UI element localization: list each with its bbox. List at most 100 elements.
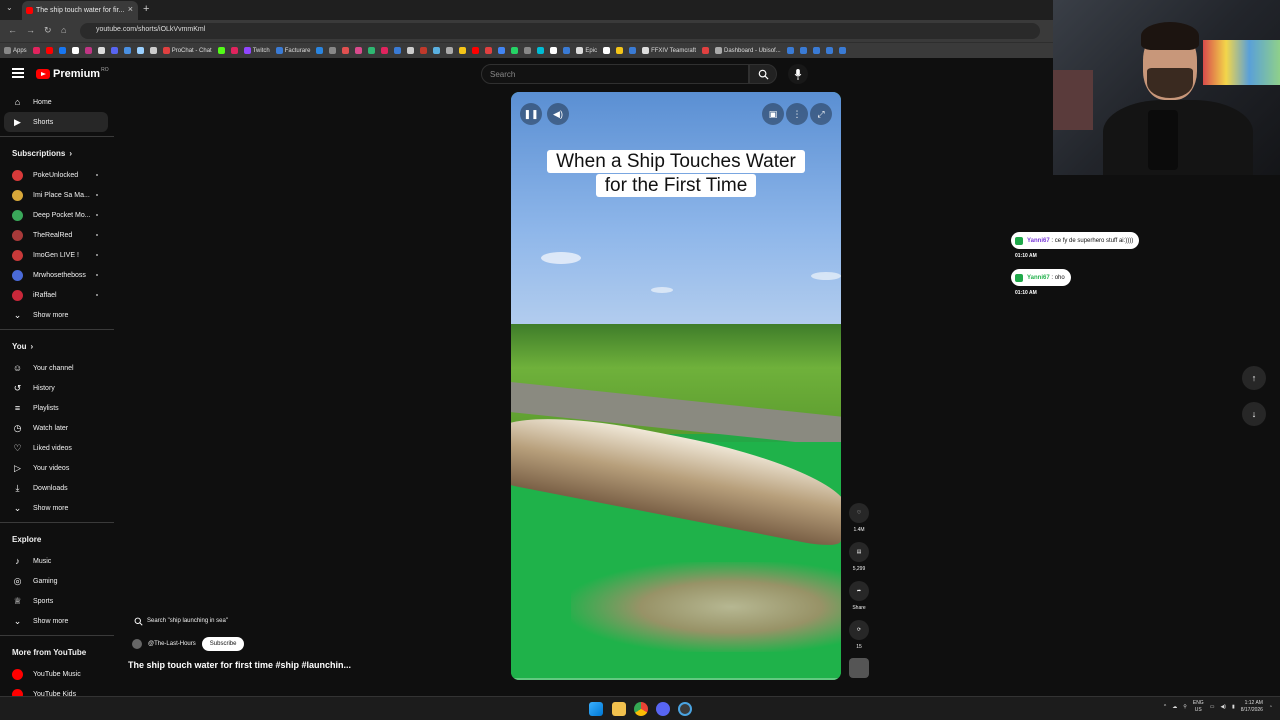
show-more-explore[interactable]: ⌄ Show more — [0, 611, 118, 631]
like-action[interactable]: ♡ 1.4M — [848, 503, 870, 533]
tab-list-chevron-icon[interactable]: ⌄ — [6, 3, 13, 12]
share-action[interactable]: ➦ Share — [848, 581, 870, 611]
sidebar-item-therealred[interactable]: TheRealRed — [0, 225, 118, 245]
bookmark-item[interactable] — [394, 47, 402, 54]
bookmark-item[interactable] — [149, 47, 157, 54]
subscribe-button[interactable]: Subscribe — [201, 637, 245, 651]
bookmark-item[interactable] — [786, 47, 794, 54]
bookmark-item[interactable] — [838, 47, 846, 54]
bookmark-item[interactable] — [316, 47, 324, 54]
sidebar-item-your-channel[interactable]: ☺ Your channel — [0, 358, 118, 378]
bookmark-item[interactable]: Dashboard - Ubisof... — [715, 47, 781, 54]
pause-button[interactable]: ❚❚ — [520, 103, 542, 125]
comments-action[interactable]: ▤ 5,299 — [848, 542, 870, 572]
you-heading[interactable]: You › — [0, 334, 118, 358]
sidebar-item-gaming[interactable]: ◎ Gaming — [0, 571, 118, 591]
start-windows-icon[interactable] — [589, 702, 603, 716]
bookmark-item[interactable]: Apps — [4, 47, 27, 54]
bookmark-item[interactable]: FFXIV Teamcraft — [642, 47, 696, 54]
sidebar-item-imi-place-sa-ma[interactable]: Imi Place Sa Ma... — [0, 185, 118, 205]
bookmark-item[interactable] — [459, 47, 467, 54]
sidebar-item-music[interactable]: ♪ Music — [0, 551, 118, 571]
bookmark-item[interactable] — [485, 47, 493, 54]
chevron-up-icon[interactable]: ^ — [1164, 704, 1166, 710]
battery-icon[interactable]: ▮ — [1232, 704, 1235, 710]
bookmark-item[interactable]: Epic — [576, 47, 597, 54]
hamburger-menu-icon[interactable] — [12, 68, 24, 78]
bookmark-item[interactable] — [472, 47, 480, 54]
sidebar-item-home[interactable]: ⌂ Home — [0, 92, 118, 112]
sidebar-item-watch-later[interactable]: ◷ Watch later — [0, 418, 118, 438]
bookmark-item[interactable] — [110, 47, 118, 54]
sidebar-item-downloads[interactable]: ⤓ Downloads — [0, 478, 118, 498]
reload-icon[interactable]: ↻ — [44, 25, 52, 36]
bookmark-item[interactable] — [702, 47, 709, 54]
youtube-premium-logo[interactable]: Premium RO — [36, 67, 109, 80]
sidebar-item-iraffael[interactable]: iRaffael — [0, 285, 118, 305]
bookmark-item[interactable] — [524, 47, 532, 54]
bookmark-item[interactable] — [537, 47, 545, 54]
bookmark-item[interactable] — [368, 47, 376, 54]
bookmark-item[interactable] — [381, 47, 389, 54]
sidebar-item-imogen-live[interactable]: ImoGen LIVE ! — [0, 245, 118, 265]
sidebar-item-pokeunlocked[interactable]: PokeUnlocked — [0, 165, 118, 185]
chrome-icon[interactable] — [634, 702, 648, 716]
search-input[interactable]: Search — [481, 64, 749, 84]
bookmark-item[interactable] — [342, 47, 350, 54]
channel-avatar[interactable] — [132, 639, 142, 649]
channel-name[interactable]: @The-Last-Hours — [148, 641, 196, 647]
show-more-you[interactable]: ⌄ Show more — [0, 498, 118, 518]
bookmark-item[interactable] — [407, 47, 415, 54]
cloud-icon[interactable]: ☁ — [1172, 704, 1177, 710]
bookmark-item[interactable] — [812, 47, 820, 54]
sidebar-item-liked-videos[interactable]: ♡ Liked videos — [0, 438, 118, 458]
bookmark-item[interactable] — [217, 47, 225, 54]
bookmark-item[interactable] — [84, 47, 92, 54]
bookmark-item[interactable] — [550, 47, 558, 54]
show-more-subscriptions[interactable]: ⌄ Show more — [0, 305, 118, 325]
bookmark-item[interactable] — [420, 47, 428, 54]
monitor-icon[interactable]: ▭ — [1210, 704, 1215, 710]
home-browser-icon[interactable]: ⌂ — [61, 25, 66, 35]
forward-icon[interactable]: → — [26, 25, 35, 35]
bookmark-item[interactable] — [45, 47, 53, 54]
sidebar-item-your-videos[interactable]: ▷ Your videos — [0, 458, 118, 478]
remix-action[interactable]: ⟳ 15 — [848, 620, 870, 650]
shorts-video-player[interactable]: When a Ship Touches Water for the First … — [511, 92, 841, 680]
bookmark-item[interactable]: Facturare — [275, 47, 310, 54]
captions-button[interactable]: ▣ — [762, 103, 784, 125]
notification-icon[interactable]: ◔ — [1269, 704, 1272, 710]
bookmark-item[interactable] — [355, 47, 363, 54]
bookmark-item[interactable] — [123, 47, 131, 54]
search-button[interactable] — [749, 64, 777, 84]
fullscreen-button[interactable]: ⤢ — [810, 103, 832, 125]
bookmark-item[interactable] — [616, 47, 624, 54]
video-progress-bar[interactable] — [511, 678, 841, 680]
video-title[interactable]: The ship touch water for first time #shi… — [128, 660, 351, 670]
bookmark-item[interactable] — [58, 47, 66, 54]
bookmark-item[interactable] — [97, 47, 105, 54]
sidebar-item-sports[interactable]: ♕ Sports — [0, 591, 118, 611]
bookmark-item[interactable] — [511, 47, 519, 54]
url-field[interactable]: youtube.com/shorts/iOLkVvmmKml — [80, 23, 1040, 39]
subscriptions-heading[interactable]: Subscriptions › — [0, 141, 118, 165]
network-icon[interactable]: ⚲ — [1183, 704, 1187, 710]
sidebar-item-deep-pocket-mo[interactable]: Deep Pocket Mo... — [0, 205, 118, 225]
volume-tray-icon[interactable]: ◀) — [1220, 704, 1226, 710]
bookmark-item[interactable] — [136, 47, 144, 54]
file-explorer-icon[interactable] — [612, 702, 626, 716]
bookmark-item[interactable]: Twitch — [243, 47, 270, 54]
more-options-button[interactable]: ⋮ — [786, 103, 808, 125]
voice-search-button[interactable] — [788, 64, 808, 84]
bookmark-item[interactable]: ProChat - Chat — [162, 47, 212, 54]
bookmark-item[interactable] — [799, 47, 807, 54]
bookmark-item[interactable] — [71, 47, 79, 54]
sound-thumbnail[interactable] — [848, 658, 870, 682]
sidebar-item-history[interactable]: ↺ History — [0, 378, 118, 398]
tab-close-icon[interactable]: × — [128, 4, 133, 14]
next-short-button[interactable]: ↓ — [1242, 402, 1266, 426]
bookmark-item[interactable] — [32, 47, 40, 54]
discord-icon[interactable] — [656, 702, 670, 716]
clock[interactable]: 1:12 AM 8/17/2026 — [1241, 700, 1263, 714]
app-icon[interactable] — [678, 702, 692, 716]
